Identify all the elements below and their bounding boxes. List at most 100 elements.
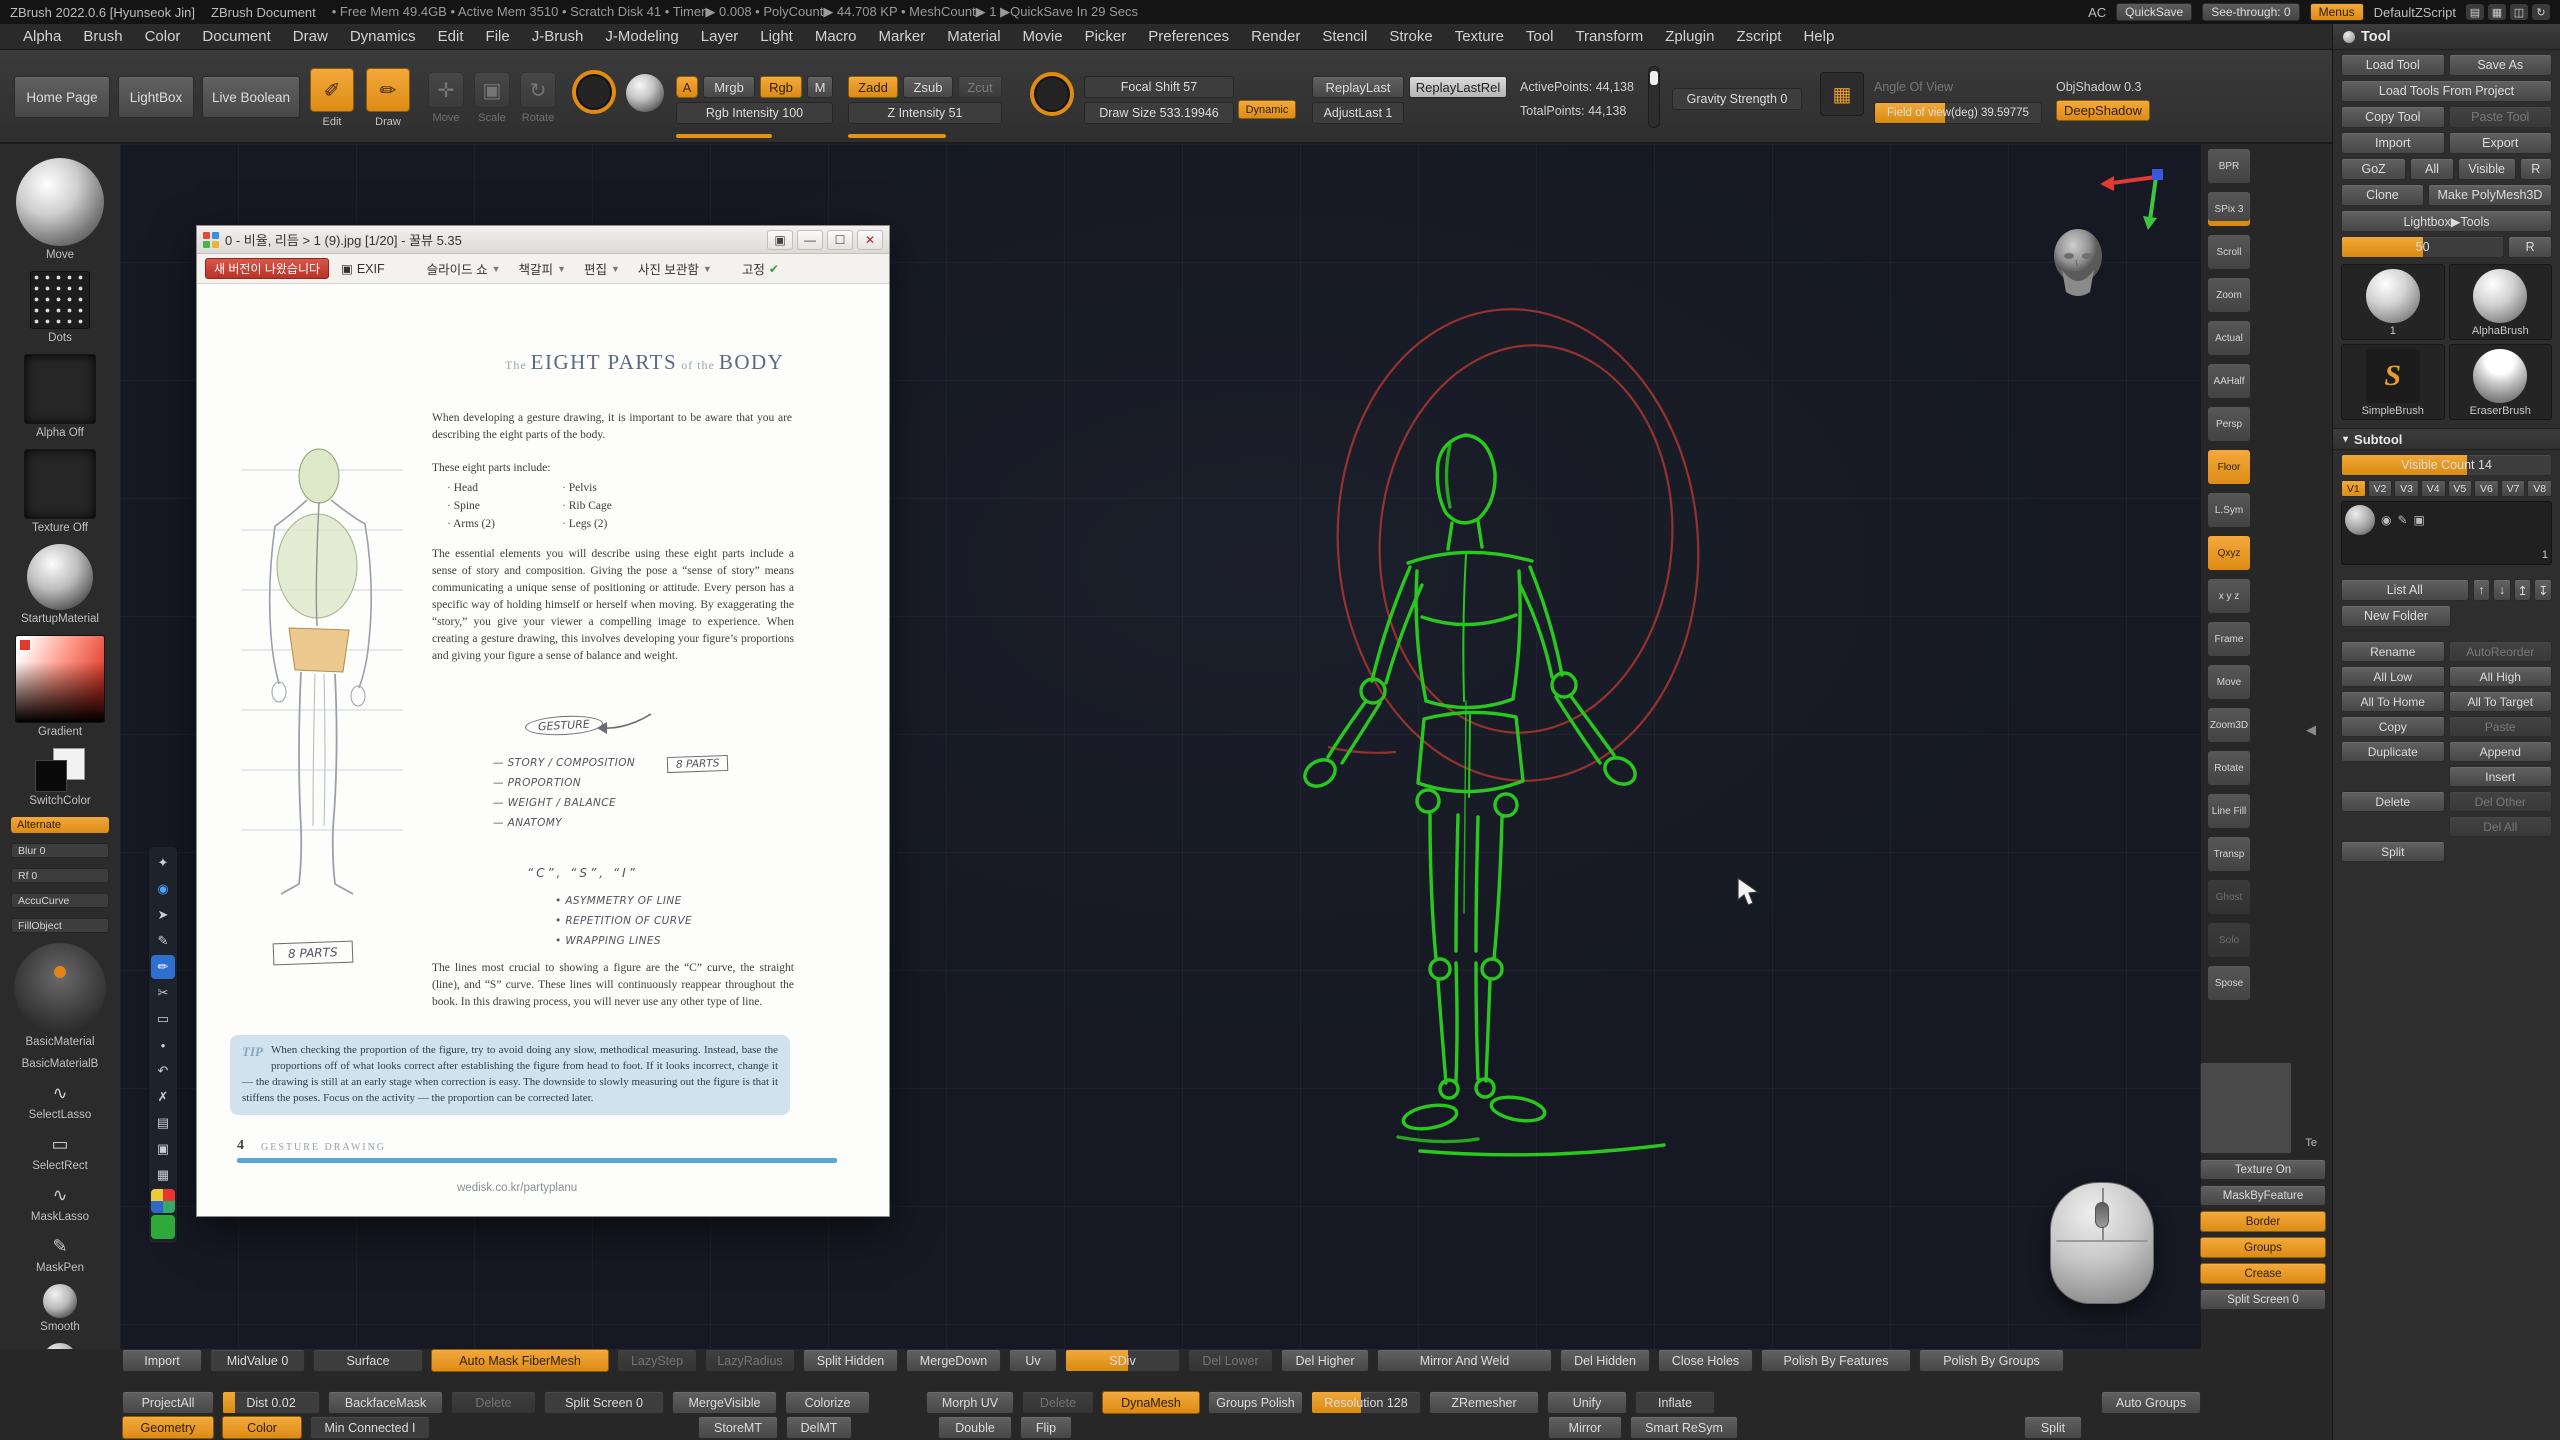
mask-lasso[interactable]: ∿ MaskLasso <box>31 1182 89 1223</box>
lazystep-slider[interactable]: LazyStep <box>617 1349 697 1372</box>
subtool-tab-v2[interactable]: V2 <box>2368 480 2393 497</box>
dynamesh-button[interactable]: DynaMesh <box>1102 1391 1200 1414</box>
delete-button[interactable]: Delete <box>2341 791 2445 812</box>
zadd-button[interactable]: Zadd <box>848 76 898 98</box>
trash-icon[interactable]: ✗ <box>151 1085 175 1109</box>
zcut-button[interactable]: Zcut <box>958 76 1002 98</box>
viewer-menu-button[interactable]: 책갈피▼ <box>515 258 570 280</box>
zsub-button[interactable]: Zsub <box>903 76 953 98</box>
double-button[interactable]: Double <box>938 1416 1012 1439</box>
alternate-button[interactable]: Alternate <box>11 817 109 833</box>
viewer-titlebar[interactable]: 0 - 비율, 리듬 > 1 (9).jpg [1/20] - 꿀뷰 5.35 … <box>197 226 889 254</box>
insert-button[interactable]: Insert <box>2449 766 2553 787</box>
goz-button[interactable]: GoZ <box>2341 158 2406 180</box>
move-bottom-button[interactable]: ↧ <box>2534 579 2552 601</box>
material-preview-icon[interactable] <box>626 74 664 112</box>
tool-palette-header[interactable]: Tool <box>2333 24 2560 50</box>
select-lasso[interactable]: ∿ SelectLasso <box>29 1080 92 1121</box>
menu-item[interactable]: Dynamics <box>339 24 427 50</box>
lazyradius-slider[interactable]: LazyRadius <box>705 1349 795 1372</box>
del-higher-button[interactable]: Del Higher <box>1281 1349 1369 1372</box>
axis-gizmo[interactable] <box>2098 166 2164 232</box>
dot-icon[interactable]: • <box>151 1033 175 1057</box>
perspective-icon[interactable]: ▦ <box>1820 72 1864 116</box>
pin-button[interactable]: 고정✔ <box>738 258 783 280</box>
copy-button[interactable]: Copy <box>2341 716 2445 737</box>
smooth-valleys-thumb[interactable]: SmoothValleys <box>22 1343 98 1349</box>
move-nav-button[interactable]: Move <box>2207 664 2251 700</box>
append-button[interactable]: Append <box>2449 741 2553 762</box>
minimize-button[interactable]: — <box>797 230 823 250</box>
menu-item[interactable]: Render <box>1240 24 1311 50</box>
move-top-button[interactable]: ↥ <box>2514 579 2532 601</box>
green-swatch-icon[interactable] <box>151 1215 175 1239</box>
menu-item[interactable]: J-Modeling <box>594 24 689 50</box>
del-hidden-button[interactable]: Del Hidden <box>1560 1349 1650 1372</box>
menu-item[interactable]: Alpha <box>12 24 72 50</box>
menu-item[interactable]: Draw <box>282 24 339 50</box>
sync-icon[interactable]: ↻ <box>2532 4 2550 20</box>
del-all-button[interactable]: Del All <box>2449 816 2553 837</box>
split-hidden-button[interactable]: Split Hidden <box>803 1349 898 1372</box>
subtool-tab-v6[interactable]: V6 <box>2474 480 2499 497</box>
local-sym-button[interactable]: L.Sym <box>2207 492 2251 528</box>
exif-button[interactable]: ▣EXIF <box>337 258 389 280</box>
select-rect[interactable]: ▭ SelectRect <box>32 1131 88 1172</box>
replay-last-button[interactable]: ReplayLast <box>1312 76 1404 98</box>
paste-tool-button[interactable]: Paste Tool <box>2449 106 2553 128</box>
persp-button[interactable]: Persp <box>2207 406 2251 442</box>
simplebrush-thumb[interactable]: S SimpleBrush <box>2341 344 2445 420</box>
viewer-menu-button[interactable]: 사진 보관함▼ <box>634 258 716 280</box>
see-through-slider[interactable]: See-through: 0 <box>2202 3 2299 21</box>
spose-button[interactable]: Spose <box>2207 965 2251 1001</box>
morph-uv-button[interactable]: Morph UV <box>926 1391 1014 1414</box>
subtool-tab-v3[interactable]: V3 <box>2394 480 2419 497</box>
layers-icon[interactable]: ▦ <box>151 1163 175 1187</box>
all-high-button[interactable]: All High <box>2449 666 2553 687</box>
gizmo-move-thumb[interactable]: Move <box>16 158 104 261</box>
z-intensity-slider[interactable]: Z Intensity 51 <box>848 102 1002 124</box>
texture-off-thumb[interactable]: Texture Off <box>24 449 96 534</box>
midvalue-slider[interactable]: MidValue 0 <box>210 1349 305 1372</box>
rotate-nav-button[interactable]: Rotate <box>2207 750 2251 786</box>
geometry-tab[interactable]: Geometry <box>122 1416 214 1439</box>
split-screen-slider[interactable]: Split Screen 0 <box>2200 1289 2326 1310</box>
switch-color[interactable]: SwitchColor <box>29 748 90 807</box>
duplicate-button[interactable]: Duplicate <box>2341 741 2445 762</box>
blur-slider[interactable]: Blur 0 <box>11 843 109 858</box>
panels-icon[interactable]: ◫ <box>2510 4 2528 20</box>
eye-icon[interactable]: ◉ <box>151 877 175 901</box>
menu-item[interactable]: Picker <box>1074 24 1138 50</box>
projectall-button[interactable]: ProjectAll <box>122 1391 214 1414</box>
image-icon[interactable]: ▣ <box>151 1137 175 1161</box>
all-to-home-button[interactable]: All To Home <box>2341 691 2445 712</box>
mrgb-button[interactable]: Mrgb <box>703 76 755 98</box>
menu-item[interactable]: Movie <box>1012 24 1074 50</box>
thumb-r-button[interactable]: R <box>2508 236 2552 258</box>
menu-item[interactable]: Macro <box>804 24 868 50</box>
make-polymesh3d-button[interactable]: Make PolyMesh3D <box>2428 184 2552 206</box>
move-up-button[interactable]: ↑ <box>2473 579 2491 601</box>
frame-button[interactable]: Frame <box>2207 621 2251 657</box>
menu-item[interactable]: Zplugin <box>1654 24 1725 50</box>
texture-on-button[interactable]: Texture On <box>2200 1159 2326 1180</box>
field-of-view-slider[interactable]: Field of view(deg) 39.59775 <box>1874 102 2042 124</box>
subtool-section-header[interactable]: ▾ Subtool <box>2333 428 2560 450</box>
home-page-button[interactable]: Home Page <box>14 76 110 118</box>
viewer-menu-button[interactable]: 편집▼ <box>580 258 624 280</box>
quicksave-button[interactable]: QuickSave <box>2116 3 2192 21</box>
inflate-slider[interactable]: Inflate <box>1635 1391 1715 1414</box>
viewer-menu-button[interactable]: 슬라이드 쇼▼ <box>423 258 505 280</box>
close-holes-button[interactable]: Close Holes <box>1658 1349 1753 1372</box>
rgb-intensity-slider[interactable]: Rgb Intensity 100 <box>676 102 833 124</box>
smart-resym-button[interactable]: Smart ReSym <box>1630 1416 1738 1439</box>
uv-button[interactable]: Uv <box>1009 1349 1057 1372</box>
rf-slider[interactable]: Rf 0 <box>11 868 109 883</box>
xyz-buttons[interactable]: x y z <box>2207 578 2251 614</box>
menu-item[interactable]: Brush <box>72 24 133 50</box>
anchor-icon[interactable]: A <box>676 76 698 98</box>
replay-last-rel-button[interactable]: ReplayLastRel <box>1409 76 1507 98</box>
menu-item[interactable]: Material <box>936 24 1011 50</box>
goz-visible-button[interactable]: Visible <box>2458 158 2516 180</box>
mergedown-button[interactable]: MergeDown <box>906 1349 1001 1372</box>
